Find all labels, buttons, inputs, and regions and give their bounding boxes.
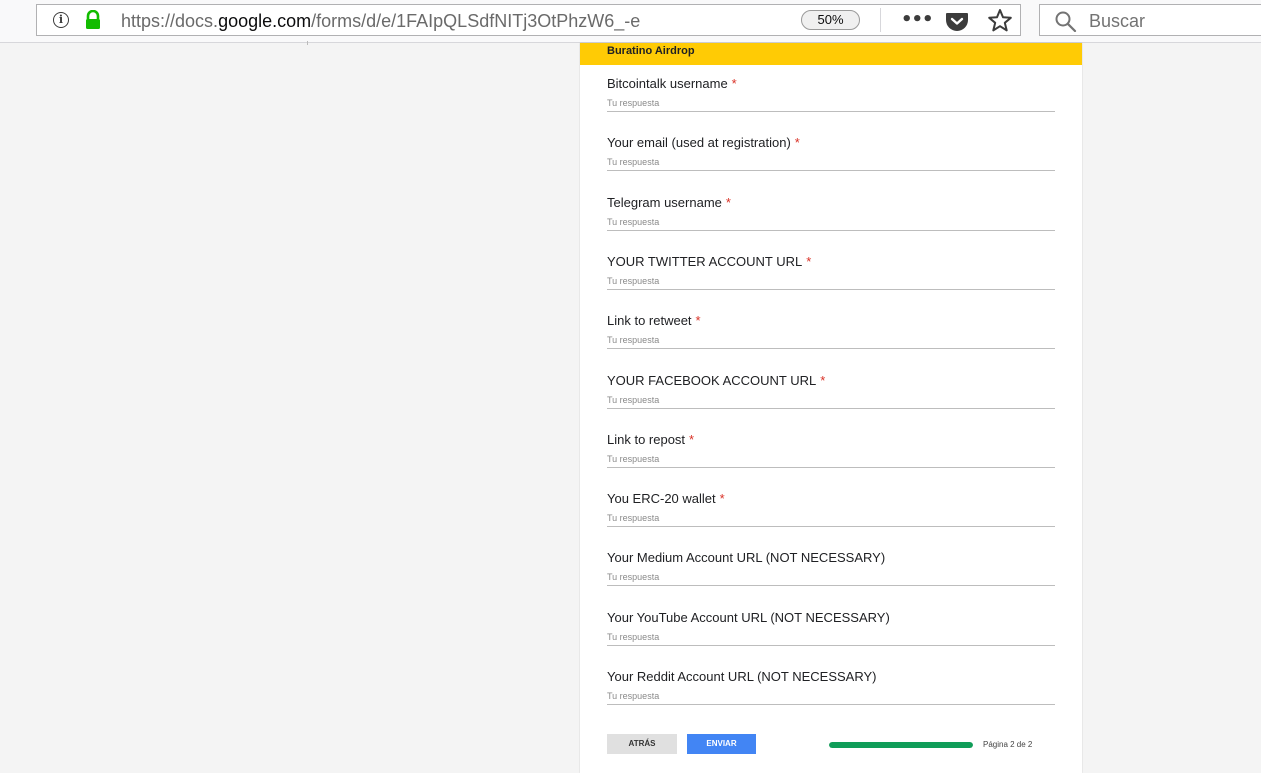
progress-fill xyxy=(829,742,973,748)
question-item: Your Medium Account URL (NOT NECESSARY) T… xyxy=(607,550,1055,590)
url-domain: google.com xyxy=(218,11,312,31)
question-item: Your YouTube Account URL (NOT NECESSARY)… xyxy=(607,610,1055,650)
page-mark xyxy=(307,41,308,45)
question-label-text: Your email (used at registration) xyxy=(607,135,791,150)
question-label-text: YOUR FACEBOOK ACCOUNT URL xyxy=(607,373,817,388)
answer-underline xyxy=(607,645,1055,646)
submit-button[interactable]: ENVIAR xyxy=(687,734,756,754)
answer-input[interactable]: Tu respuesta xyxy=(607,394,1055,408)
question-label-text: Your Reddit Account URL (NOT NECESSARY) xyxy=(607,669,877,684)
question-label: YOUR FACEBOOK ACCOUNT URL * xyxy=(607,373,825,389)
search-icon xyxy=(1055,11,1077,32)
answer-input[interactable]: Tu respuesta xyxy=(607,690,1055,704)
required-marker: * xyxy=(725,195,731,210)
answer-input[interactable]: Tu respuesta xyxy=(607,97,1055,111)
answer-input[interactable]: Tu respuesta xyxy=(607,571,1055,585)
answer-underline xyxy=(607,111,1055,112)
answer-underline xyxy=(607,230,1055,231)
form-header: Buratino Airdrop xyxy=(580,43,1082,65)
answer-underline xyxy=(607,467,1055,468)
toolbar-divider xyxy=(880,8,881,32)
page-indicator: Página 2 de 2 xyxy=(983,740,1033,749)
question-label-text: Link to repost xyxy=(607,432,686,447)
answer-input[interactable]: Tu respuesta xyxy=(607,216,1055,230)
form-card: Buratino Airdrop Bitcointalk username * Tu… xyxy=(580,43,1082,773)
answer-underline xyxy=(607,170,1055,171)
url-path: /forms/d/e/1FAIpQLSdfNITj3OtPhzW6_-e xyxy=(311,11,641,31)
required-marker: * xyxy=(689,432,695,447)
question-label-text: Your Medium Account URL (NOT NECESSARY) xyxy=(607,550,886,565)
question-label: Your Medium Account URL (NOT NECESSARY) xyxy=(607,550,885,566)
question-label: Your YouTube Account URL (NOT NECESSARY) xyxy=(607,610,890,626)
question-label: YOUR TWITTER ACCOUNT URL * xyxy=(607,254,811,270)
question-item: YOUR TWITTER ACCOUNT URL * Tu respuesta xyxy=(607,254,1055,294)
question-item: Your Reddit Account URL (NOT NECESSARY) T… xyxy=(607,669,1055,709)
answer-input[interactable]: Tu respuesta xyxy=(607,512,1055,526)
url-bar[interactable]: i https://docs.google.com/forms/d/e/1FAI… xyxy=(36,4,1021,36)
question-label-text: YOUR TWITTER ACCOUNT URL xyxy=(607,254,803,269)
answer-underline xyxy=(607,585,1055,586)
answer-underline xyxy=(607,704,1055,705)
question-item: Bitcointalk username * Tu respuesta xyxy=(607,76,1055,116)
question-label: Your Reddit Account URL (NOT NECESSARY) xyxy=(607,669,877,685)
question-item: You ERC-20 wallet * Tu respuesta xyxy=(607,491,1055,531)
answer-input[interactable]: Tu respuesta xyxy=(607,631,1055,645)
answer-input[interactable]: Tu respuesta xyxy=(607,156,1055,170)
question-item: Your email (used at registration) * Tu res… xyxy=(607,135,1055,175)
required-marker: * xyxy=(794,135,800,150)
browser-toolbar: i https://docs.google.com/forms/d/e/1FAI… xyxy=(0,0,1261,43)
zoom-indicator[interactable]: 50% xyxy=(801,10,860,30)
answer-underline xyxy=(607,408,1055,409)
answer-input[interactable]: Tu respuesta xyxy=(607,275,1055,289)
required-marker: * xyxy=(806,254,812,269)
required-marker: * xyxy=(820,373,826,388)
question-item: Link to repost * Tu respuesta xyxy=(607,432,1055,472)
question-label: Your email (used at registration) * xyxy=(607,135,800,151)
question-label-text: You ERC-20 wallet xyxy=(607,491,716,506)
question-label-text: Link to retweet xyxy=(607,313,692,328)
form-title: Buratino Airdrop xyxy=(607,45,695,57)
question-label: Bitcointalk username * xyxy=(607,76,737,92)
progress-bar xyxy=(829,742,973,748)
question-label: Link to retweet * xyxy=(607,313,701,329)
answer-input[interactable]: Tu respuesta xyxy=(607,334,1055,348)
question-label-text: Telegram username xyxy=(607,195,722,210)
pocket-icon[interactable] xyxy=(944,11,970,31)
url-prefix: https://docs. xyxy=(121,11,219,31)
required-marker: * xyxy=(731,76,737,91)
back-button[interactable]: ATRÁS xyxy=(607,734,677,754)
question-label-text: Bitcointalk username xyxy=(607,76,728,91)
answer-underline xyxy=(607,289,1055,290)
answer-underline xyxy=(607,526,1055,527)
question-label: You ERC-20 wallet * xyxy=(607,491,725,507)
url-fade xyxy=(727,9,767,33)
more-icon[interactable]: ••• xyxy=(901,10,934,30)
lock-icon[interactable] xyxy=(83,10,103,30)
question-label-text: Your YouTube Account URL (NOT NECESSARY) xyxy=(607,610,890,625)
url-text[interactable]: https://docs.google.com/forms/d/e/1FAIpQ… xyxy=(121,10,761,32)
question-label: Telegram username * xyxy=(607,195,731,211)
star-icon[interactable] xyxy=(987,8,1013,32)
info-icon[interactable]: i xyxy=(53,12,69,28)
search-placeholder: Buscar xyxy=(1089,11,1146,31)
question-label: Link to repost * xyxy=(607,432,694,448)
question-item: Telegram username * Tu respuesta xyxy=(607,195,1055,235)
question-item: Link to retweet * Tu respuesta xyxy=(607,313,1055,353)
answer-underline xyxy=(607,348,1055,349)
search-box[interactable]: Buscar xyxy=(1039,4,1261,36)
required-marker: * xyxy=(719,491,725,506)
answer-input[interactable]: Tu respuesta xyxy=(607,453,1055,467)
question-item: YOUR FACEBOOK ACCOUNT URL * Tu respuesta xyxy=(607,373,1055,413)
required-marker: * xyxy=(695,313,701,328)
